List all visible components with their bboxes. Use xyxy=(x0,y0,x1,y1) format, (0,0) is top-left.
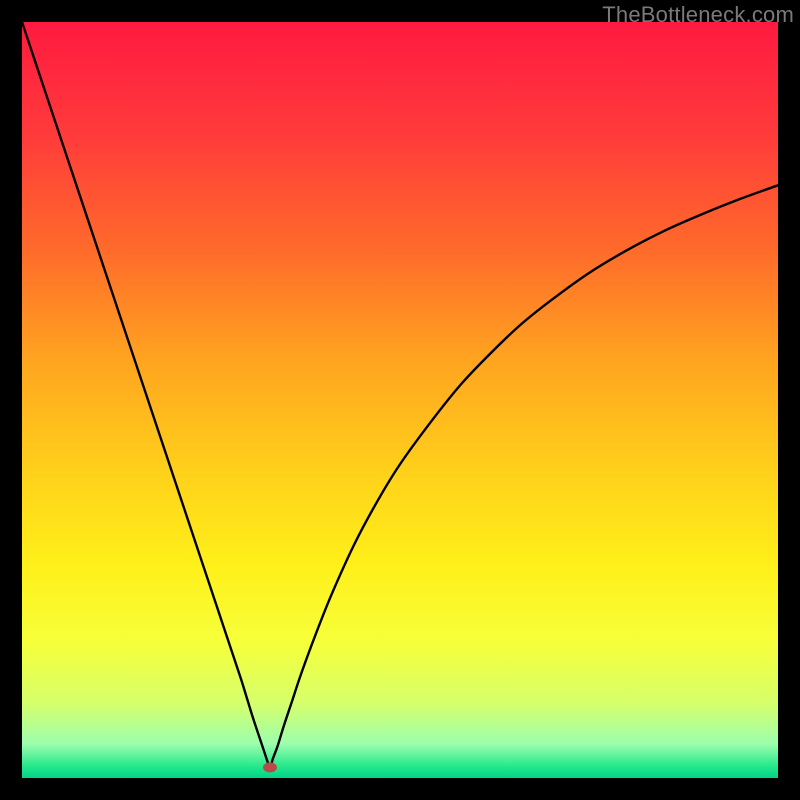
chart-background xyxy=(22,22,778,778)
watermark-text: TheBottleneck.com xyxy=(602,2,794,28)
minimum-marker xyxy=(263,762,277,772)
chart-frame xyxy=(22,22,778,778)
bottleneck-chart xyxy=(22,22,778,778)
